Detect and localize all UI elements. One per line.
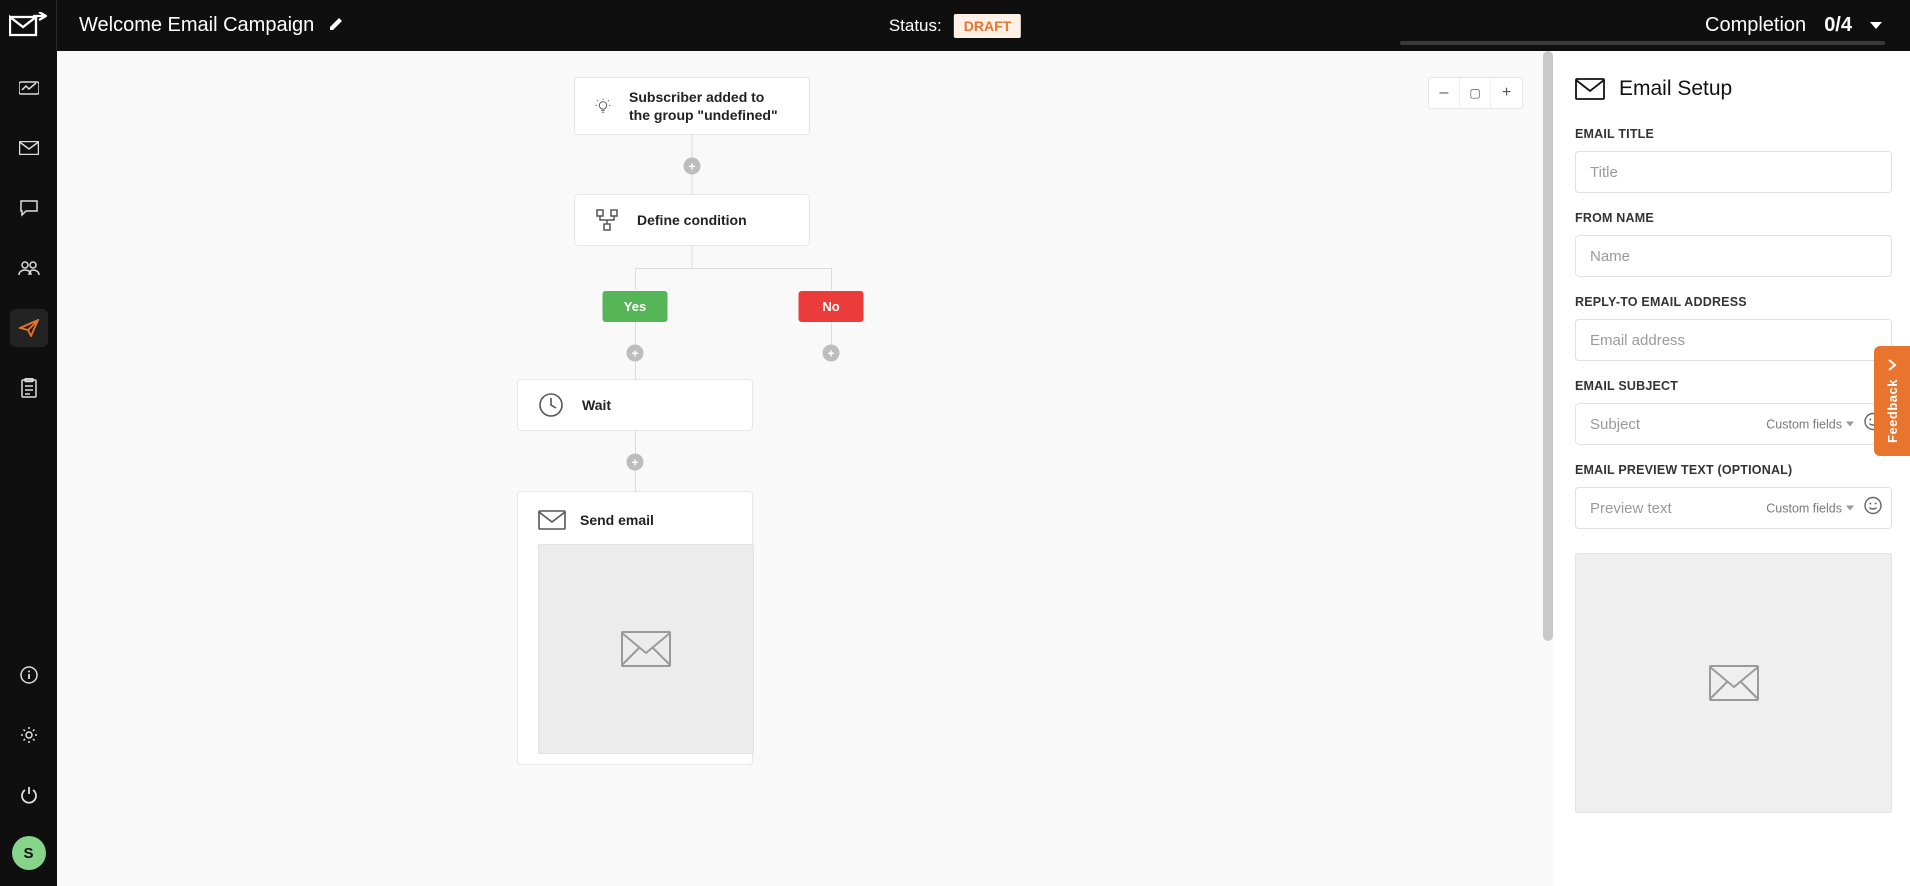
pencil-icon <box>328 14 346 32</box>
condition-no-pill[interactable]: No <box>799 291 864 322</box>
sidebar-item-logout[interactable] <box>10 776 48 814</box>
clipboard-icon <box>21 378 37 398</box>
paper-plane-icon <box>19 319 39 337</box>
completion-progress-bar <box>1400 41 1885 45</box>
sidebar-item-dashboard[interactable] <box>10 69 48 107</box>
zoom-fit-button[interactable]: ▢ <box>1460 78 1491 108</box>
subject-label: EMAIL SUBJECT <box>1575 379 1892 393</box>
sidebar-item-audience[interactable] <box>10 249 48 287</box>
zoom-out-button[interactable]: – <box>1429 78 1460 108</box>
panel-title: Email Setup <box>1619 77 1732 101</box>
completion[interactable]: Completion 0/4 <box>1705 14 1910 37</box>
info-icon <box>20 666 38 684</box>
condition-node[interactable]: Define condition <box>574 194 810 246</box>
connector-line <box>635 268 636 290</box>
reply-to-label: REPLY-TO EMAIL ADDRESS <box>1575 295 1892 309</box>
topbar: Welcome Email Campaign Status: DRAFT Com… <box>0 0 1910 51</box>
gear-icon <box>20 726 38 744</box>
wait-node-text: Wait <box>582 396 611 414</box>
workflow-canvas[interactable]: – ▢ + Subscriber added to the group "und… <box>57 51 1553 886</box>
mailsend-logo-icon <box>9 12 47 40</box>
feedback-label: Feedback <box>1885 379 1900 443</box>
envelope-icon <box>19 141 39 155</box>
clock-icon <box>538 392 564 418</box>
chat-icon <box>20 199 38 217</box>
status-label: Status: <box>889 16 942 36</box>
power-icon <box>20 786 38 804</box>
sidebar-item-help[interactable] <box>10 656 48 694</box>
chevron-right-icon <box>1886 359 1898 371</box>
smile-icon <box>1864 497 1882 515</box>
trigger-node[interactable]: Subscriber added to the group "undefined… <box>574 77 810 135</box>
sidebar-item-email[interactable] <box>10 129 48 167</box>
sidebar-item-chat[interactable] <box>10 189 48 227</box>
chevron-down-icon <box>1870 22 1882 29</box>
connector-line <box>831 268 832 290</box>
zoom-controls: – ▢ + <box>1428 77 1523 109</box>
preview-emoji-button[interactable] <box>1864 497 1882 520</box>
email-template-preview[interactable] <box>1575 553 1892 813</box>
email-thumbnail[interactable] <box>538 544 754 754</box>
app-logo[interactable] <box>0 0 57 51</box>
subject-custom-fields-button[interactable]: Custom fields <box>1766 417 1854 431</box>
add-step-no-button[interactable]: + <box>823 345 840 362</box>
envelope-placeholder-icon <box>621 631 671 667</box>
completion-label: Completion <box>1705 14 1806 37</box>
dashboard-icon <box>19 80 39 96</box>
sidebar-item-forms[interactable] <box>10 369 48 407</box>
canvas-scrollbar[interactable] <box>1543 51 1553 886</box>
project-name: Welcome Email Campaign <box>79 14 314 37</box>
reply-to-input[interactable] <box>1575 319 1892 361</box>
connector-line <box>635 268 832 269</box>
email-title-label: EMAIL TITLE <box>1575 127 1892 141</box>
sidebar-item-settings[interactable] <box>10 716 48 754</box>
wait-node[interactable]: Wait <box>517 379 753 431</box>
status-badge: DRAFT <box>954 14 1021 38</box>
chevron-down-icon <box>1846 506 1854 511</box>
people-icon <box>18 260 40 276</box>
status: Status: DRAFT <box>889 14 1021 38</box>
add-step-button[interactable]: + <box>684 158 701 175</box>
edit-name-button[interactable] <box>328 14 346 37</box>
branch-icon <box>595 208 619 232</box>
left-sidebar: S <box>0 51 57 886</box>
email-title-input[interactable] <box>1575 151 1892 193</box>
fit-screen-icon: ▢ <box>1469 86 1480 100</box>
preview-custom-fields-button[interactable]: Custom fields <box>1766 501 1854 515</box>
trigger-node-text: Subscriber added to the group "undefined… <box>629 88 789 124</box>
add-step-yes-button[interactable]: + <box>627 345 644 362</box>
avatar[interactable]: S <box>12 836 46 870</box>
preview-text-label: EMAIL PREVIEW TEXT (OPTIONAL) <box>1575 463 1892 477</box>
send-email-node-text: Send email <box>580 511 654 529</box>
from-name-label: FROM NAME <box>1575 211 1892 225</box>
chevron-down-icon <box>1846 422 1854 427</box>
add-step-after-wait-button[interactable]: + <box>627 454 644 471</box>
feedback-tab[interactable]: Feedback <box>1874 346 1910 456</box>
from-name-input[interactable] <box>1575 235 1892 277</box>
lightbulb-icon <box>595 93 611 119</box>
completion-value: 0/4 <box>1824 14 1852 37</box>
condition-yes-pill[interactable]: Yes <box>603 291 668 322</box>
condition-node-text: Define condition <box>637 211 747 229</box>
envelope-placeholder-icon <box>1709 665 1759 701</box>
right-panel: Email Setup EMAIL TITLE FROM NAME REPLY-… <box>1553 51 1910 886</box>
envelope-icon <box>538 510 566 530</box>
envelope-icon <box>1575 78 1605 100</box>
connector-line <box>692 246 693 268</box>
send-email-node[interactable]: Send email <box>517 491 753 765</box>
sidebar-item-campaigns[interactable] <box>10 309 48 347</box>
zoom-in-button[interactable]: + <box>1491 78 1522 108</box>
